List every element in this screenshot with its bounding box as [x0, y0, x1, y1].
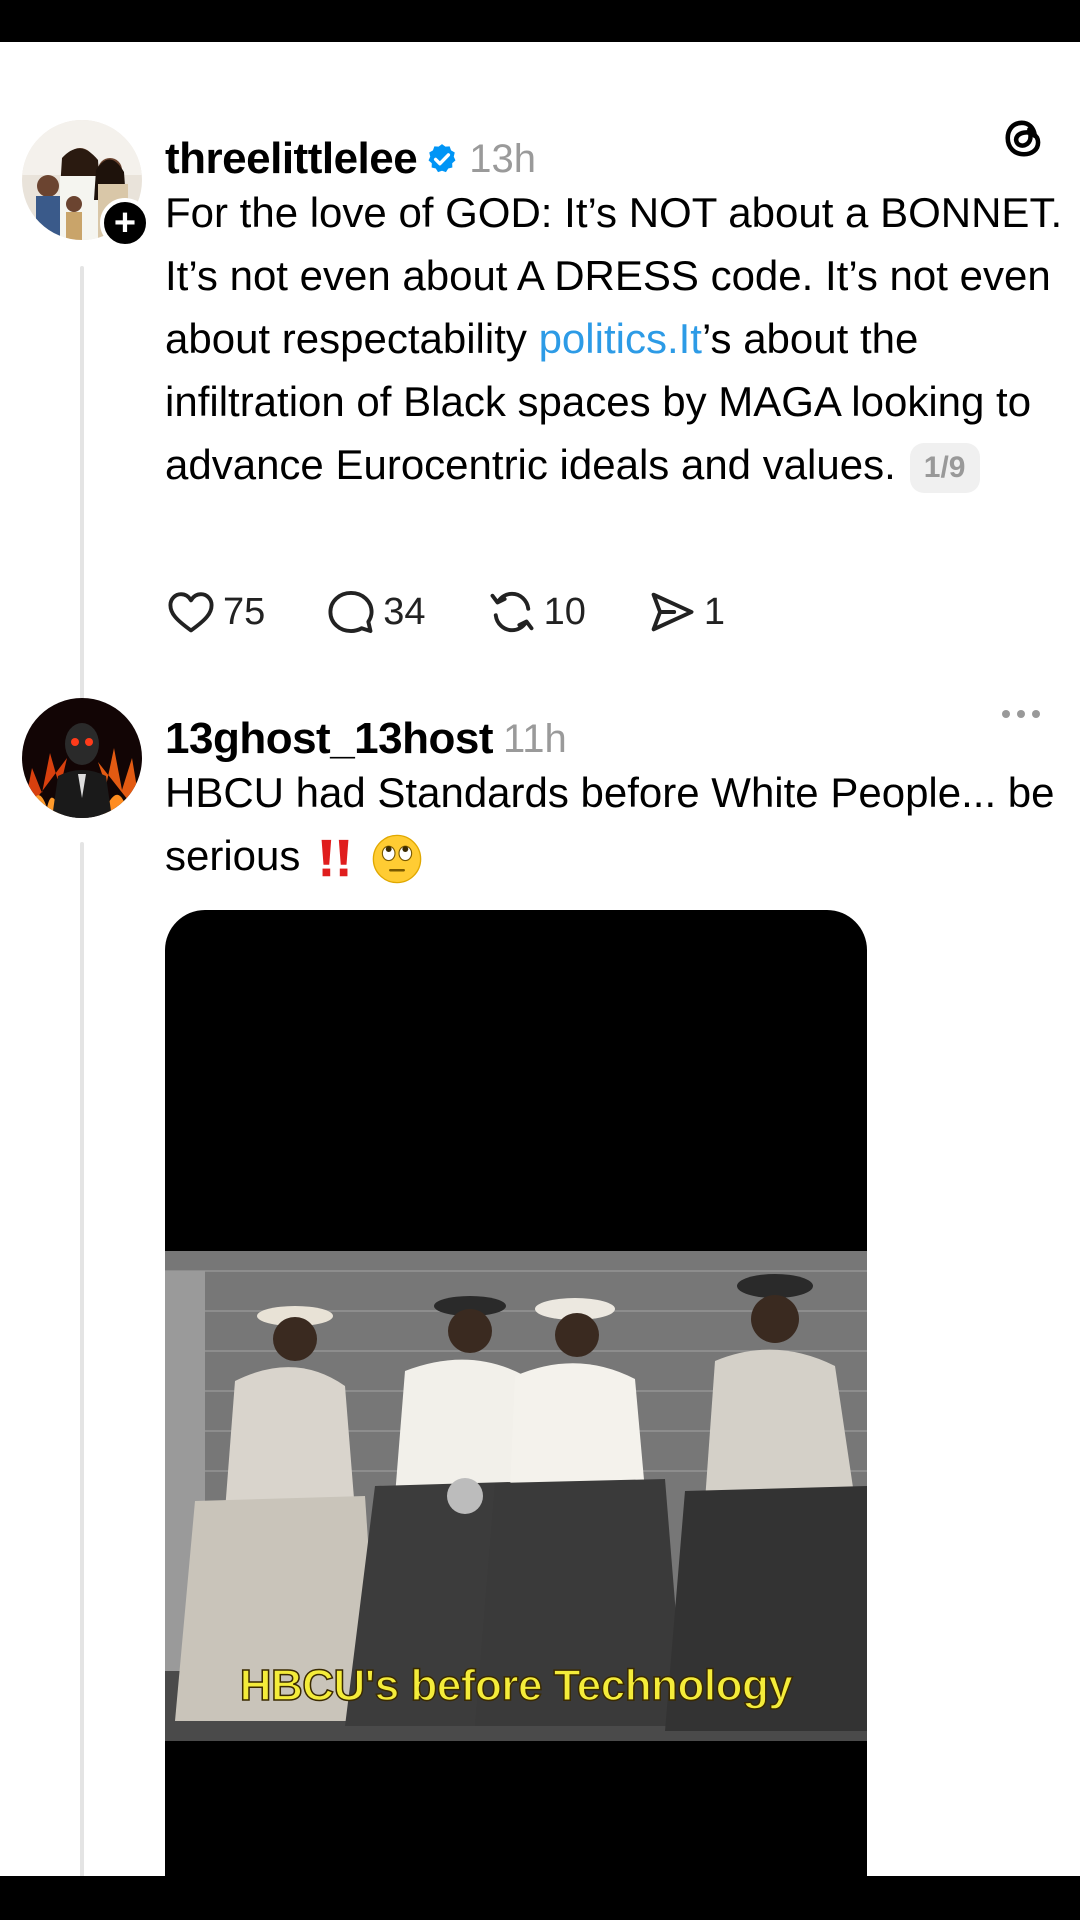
- heart-icon: [168, 592, 214, 633]
- status-bar: [0, 0, 1080, 42]
- thread-connector-line: [80, 266, 84, 716]
- more-options-icon[interactable]: [1002, 710, 1040, 718]
- avatar[interactable]: [22, 698, 142, 818]
- post-timestamp: 11h: [502, 716, 567, 761]
- share-count: 1: [703, 590, 725, 633]
- media-caption: HBCU's before Technology: [239, 1660, 794, 1711]
- eye-roll-emoji-icon: [372, 834, 422, 884]
- like-button[interactable]: 75: [165, 586, 265, 638]
- post-timestamp: 13h: [469, 136, 536, 181]
- bottom-system-bar: [0, 1876, 1080, 1920]
- double-exclamation-icon: [321, 839, 349, 877]
- avatar-photo: [22, 698, 142, 818]
- repost-count: 10: [543, 590, 586, 633]
- post-body-text: HBCU had Standards before White People..…: [165, 761, 1080, 887]
- follow-plus-icon[interactable]: +: [100, 198, 150, 248]
- post-actions: 75 34 10 1: [165, 586, 785, 638]
- post-body-text: For the love of GOD: It’s NOT about a BO…: [165, 181, 1080, 496]
- repost-icon: [490, 591, 534, 633]
- like-count: 75: [223, 590, 266, 633]
- verified-badge-icon: [425, 142, 459, 176]
- reply-button[interactable]: 34: [325, 586, 426, 638]
- media-photo: HBCU's before Technology: [165, 1251, 867, 1741]
- send-icon: [651, 592, 694, 632]
- share-button[interactable]: 1: [646, 586, 725, 638]
- comment-icon: [328, 590, 374, 634]
- threads-logo-icon[interactable]: [998, 112, 1050, 164]
- thread-counter-badge: 1/9: [909, 442, 980, 493]
- thread-connector-line: [80, 842, 84, 1876]
- post-header: 13ghost_13host 11h: [165, 714, 567, 764]
- reply-count: 34: [383, 590, 426, 633]
- repost-button[interactable]: 10: [486, 586, 586, 638]
- post-text: HBCU had Standards before White People..…: [165, 769, 1055, 879]
- username[interactable]: 13ghost_13host: [165, 714, 493, 764]
- post-link[interactable]: politics.It: [539, 315, 702, 362]
- post-header: threelittlelee 13h: [165, 134, 536, 184]
- thread-feed[interactable]: + threelittlelee 13h For the love of GOD…: [0, 42, 1080, 1876]
- username[interactable]: threelittlelee: [165, 134, 418, 184]
- video-media[interactable]: HBCU's before Technology: [165, 910, 867, 1876]
